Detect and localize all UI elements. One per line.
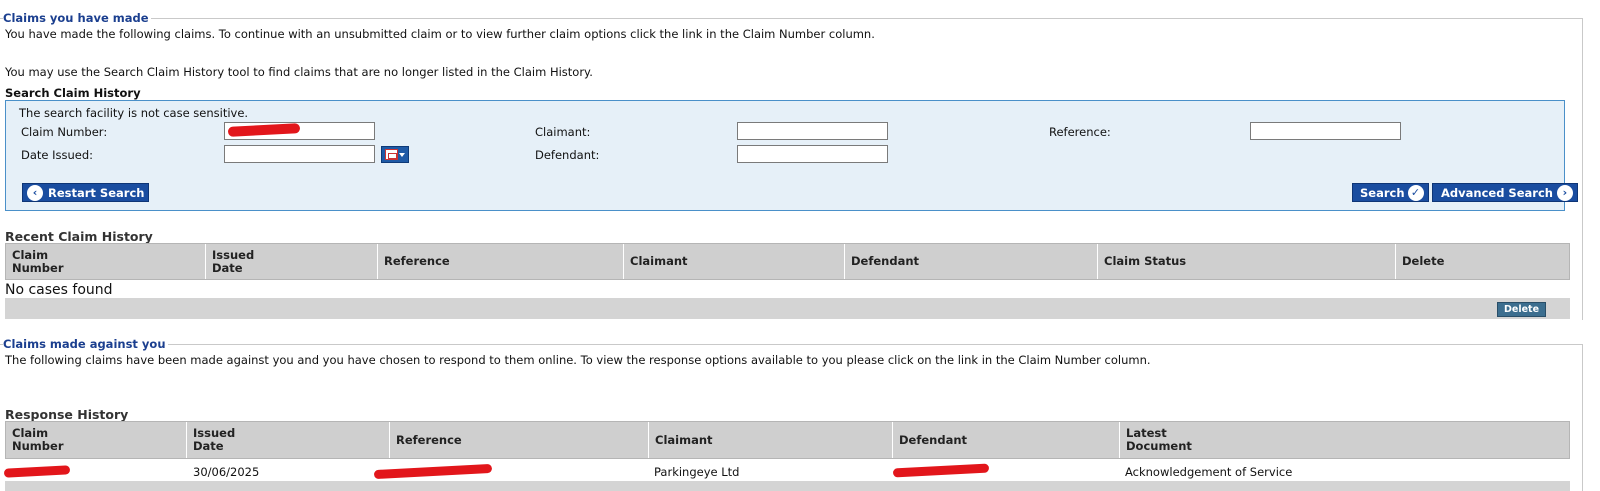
check-circle-icon: ✓	[1407, 184, 1424, 201]
search-note: The search facility is not case sensitiv…	[19, 106, 249, 120]
defendant-label: Defendant:	[535, 148, 600, 162]
date-issued-input[interactable]	[224, 145, 375, 163]
chevron-right-circle-icon: ›	[1556, 184, 1573, 201]
dropdown-arrow-icon	[399, 153, 405, 157]
advanced-search-label: Advanced Search	[1441, 185, 1553, 200]
claimant: Parkingeye Ltd	[654, 465, 740, 479]
response-history-title: Response History	[5, 407, 129, 422]
column-issued-date: Issued Date	[206, 244, 378, 279]
claimant-label: Claimant:	[535, 125, 591, 139]
response-history-footer	[5, 481, 1570, 491]
recent-claim-history-header: Claim Number Issued Date Reference Claim…	[5, 243, 1570, 280]
delete-button[interactable]: Delete	[1497, 302, 1547, 317]
restart-search-button[interactable]: ‹ Restart Search	[22, 183, 150, 202]
claims-made-legend: Claims you have made	[3, 11, 151, 25]
claims-against-intro: The following claims have been made agai…	[5, 353, 1151, 367]
column-delete: Delete	[1402, 254, 1445, 268]
column-claimant: Claimant	[624, 244, 845, 279]
column-claim-status: Claim Status	[1098, 244, 1396, 279]
search-button[interactable]: Search ✓	[1352, 183, 1429, 202]
claims-made-intro: You have made the following claims. To c…	[5, 27, 875, 41]
search-label: Search	[1360, 185, 1405, 200]
search-panel: The search facility is not case sensitiv…	[5, 100, 1578, 211]
claim-number-label: Claim Number:	[21, 125, 108, 139]
defendant-input[interactable]	[737, 145, 888, 163]
date-issued-label: Date Issued:	[21, 148, 94, 162]
reference-input[interactable]	[1250, 122, 1401, 140]
claimant-input[interactable]	[737, 122, 888, 140]
column-claimant: Claimant	[649, 422, 893, 458]
column-reference: Reference	[378, 244, 624, 279]
issued-date: 30/06/2025	[193, 465, 260, 479]
column-latest-document: Latest Document	[1126, 426, 1192, 453]
search-tool-note: You may use the Search Claim History too…	[5, 65, 593, 79]
chevron-left-circle-icon: ‹	[27, 184, 43, 201]
response-history-header: Claim Number Issued Date Reference Claim…	[5, 421, 1570, 459]
restart-search-label: Restart Search	[48, 185, 145, 200]
recent-claim-history-title: Recent Claim History	[5, 229, 153, 244]
column-reference: Reference	[390, 422, 649, 458]
calendar-icon	[385, 149, 398, 160]
calendar-picker-button[interactable]	[381, 146, 409, 163]
search-claim-history-heading: Search Claim History	[5, 86, 141, 100]
column-defendant: Defendant	[893, 422, 1120, 458]
recent-claim-history-footer	[5, 298, 1570, 319]
column-issued-date: Issued Date	[187, 422, 390, 458]
no-cases-message: No cases found	[5, 282, 113, 298]
claims-against-legend: Claims made against you	[3, 337, 168, 351]
latest-document: Acknowledgement of Service	[1125, 465, 1293, 479]
column-claim-number: Claim Number	[6, 422, 187, 458]
column-defendant: Defendant	[845, 244, 1098, 279]
column-claim-number: Claim Number	[6, 244, 206, 279]
reference-label: Reference:	[1049, 125, 1111, 139]
advanced-search-button[interactable]: Advanced Search ›	[1432, 183, 1578, 202]
